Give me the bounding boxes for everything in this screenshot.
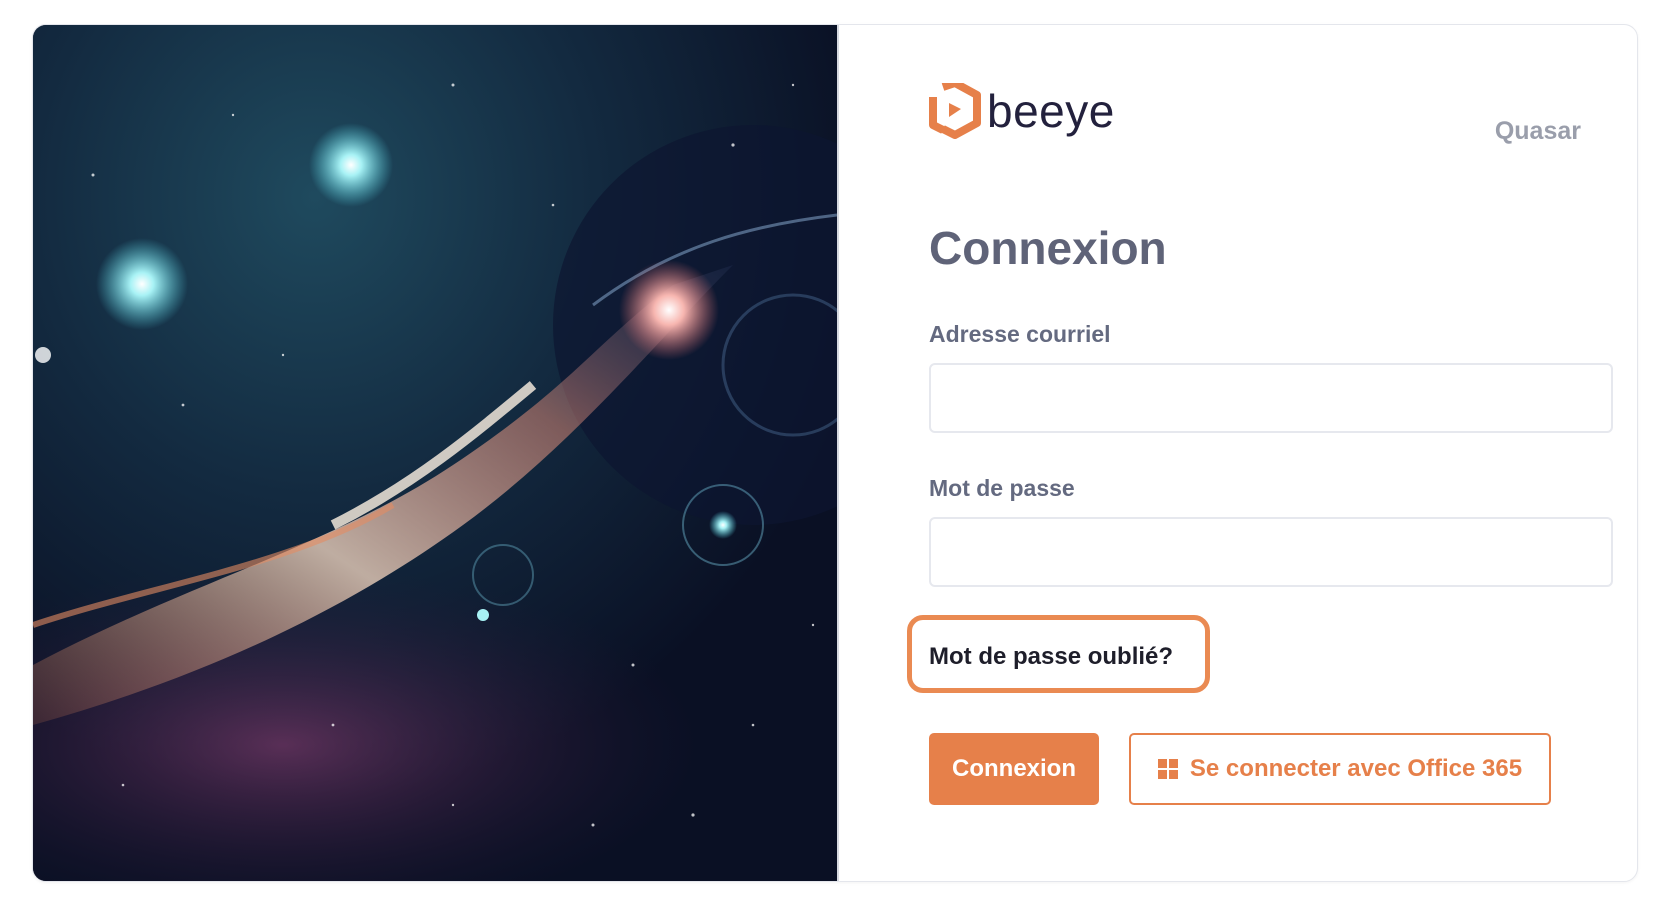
office365-login-label: Se connecter avec Office 365 [1189,755,1523,782]
page-title: Connexion [929,222,1167,274]
login-panel: beeye Quasar Connexion Adresse courriel … [837,25,1637,881]
logo-text: beeye [987,85,1115,137]
brand-logo: beeye [929,83,1115,139]
galaxy-hero-image [33,25,837,881]
office365-login-button[interactable]: Se connecter avec Office 365 [1129,733,1551,805]
beeye-hexagon-logo-icon [929,83,981,139]
password-label: Mot de passe [929,475,1075,501]
password-field[interactable] [929,517,1613,587]
forgot-password-link[interactable]: Mot de passe oublié? [929,643,1173,671]
company-name: Quasar [1494,117,1581,145]
windows-icon [1157,759,1178,779]
login-button[interactable]: Connexion [929,733,1099,805]
email-label: Adresse courriel [929,321,1111,347]
email-field[interactable] [929,363,1613,433]
login-card: beeye Quasar Connexion Adresse courriel … [32,24,1638,882]
